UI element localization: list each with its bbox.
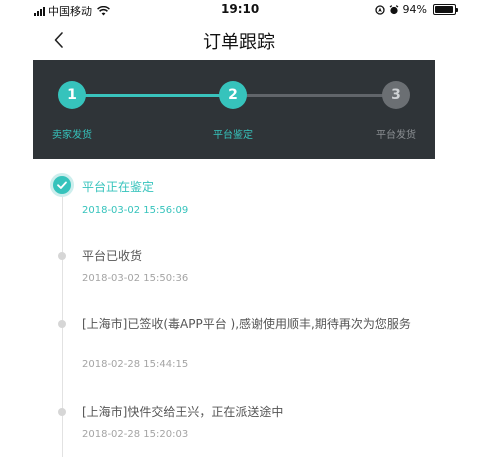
- status-bar: 中国移动 19:10 94%: [0, 0, 470, 20]
- page-title: 订单跟踪: [203, 32, 275, 53]
- step-3-circle: 3: [382, 81, 410, 109]
- timeline-item-4-dot: [58, 408, 66, 416]
- checkmark-icon: [57, 181, 67, 189]
- timeline-item-2-text: 平台已收货: [82, 249, 143, 263]
- status-right: 94%: [374, 3, 458, 16]
- timeline-item-4-text: [上海市]快件交给王兴，正在派送途中: [82, 405, 284, 419]
- status-left: 中国移动: [34, 3, 110, 19]
- battery-fill: [435, 6, 453, 13]
- step-2-circle: 2: [219, 81, 247, 109]
- timeline-item-3-time: 2018-02-28 15:44:15: [82, 359, 189, 370]
- carrier-name: 中国移动: [48, 5, 92, 18]
- signal-icon: [34, 6, 45, 16]
- progress-track-pending: [233, 94, 396, 97]
- timeline-item-1-time: 2018-03-02 15:56:09: [82, 205, 189, 216]
- timeline-item-1-text: 平台正在鉴定: [82, 180, 155, 194]
- battery-icon: [433, 4, 458, 15]
- step-2-label: 平台鉴定: [213, 130, 253, 141]
- timeline-item-3-dot: [58, 320, 66, 328]
- progress-stepper: 1 2 3 卖家发货 平台鉴定 平台发货: [33, 60, 435, 159]
- nav-bar: 订单跟踪: [0, 20, 470, 60]
- battery-percent: 94%: [402, 3, 427, 16]
- status-time: 19:10: [221, 2, 260, 16]
- step-3-label: 平台发货: [376, 130, 416, 141]
- progress-track-done: [72, 94, 233, 97]
- step-1-label: 卖家发货: [52, 130, 92, 141]
- timeline-item-4-time: 2018-02-28 15:20:03: [82, 429, 189, 440]
- alarm-icon: [389, 4, 398, 14]
- timeline-active-marker: [53, 176, 71, 194]
- timeline-item-2-time: 2018-03-02 15:50:36: [82, 273, 189, 284]
- order-tracking-screen: 中国移动 19:10 94% 订单跟踪 1 2 3 卖家发货 平台鉴定 平台发货…: [0, 0, 480, 457]
- step-1-circle: 1: [58, 81, 86, 109]
- location-icon: [374, 4, 385, 15]
- timeline-item-3-text: [上海市]已签收(毒APP平台 ),感谢使用顺丰,期待再次为您服务: [82, 317, 411, 331]
- timeline-item-2-dot: [58, 252, 66, 260]
- wifi-icon: [97, 6, 110, 16]
